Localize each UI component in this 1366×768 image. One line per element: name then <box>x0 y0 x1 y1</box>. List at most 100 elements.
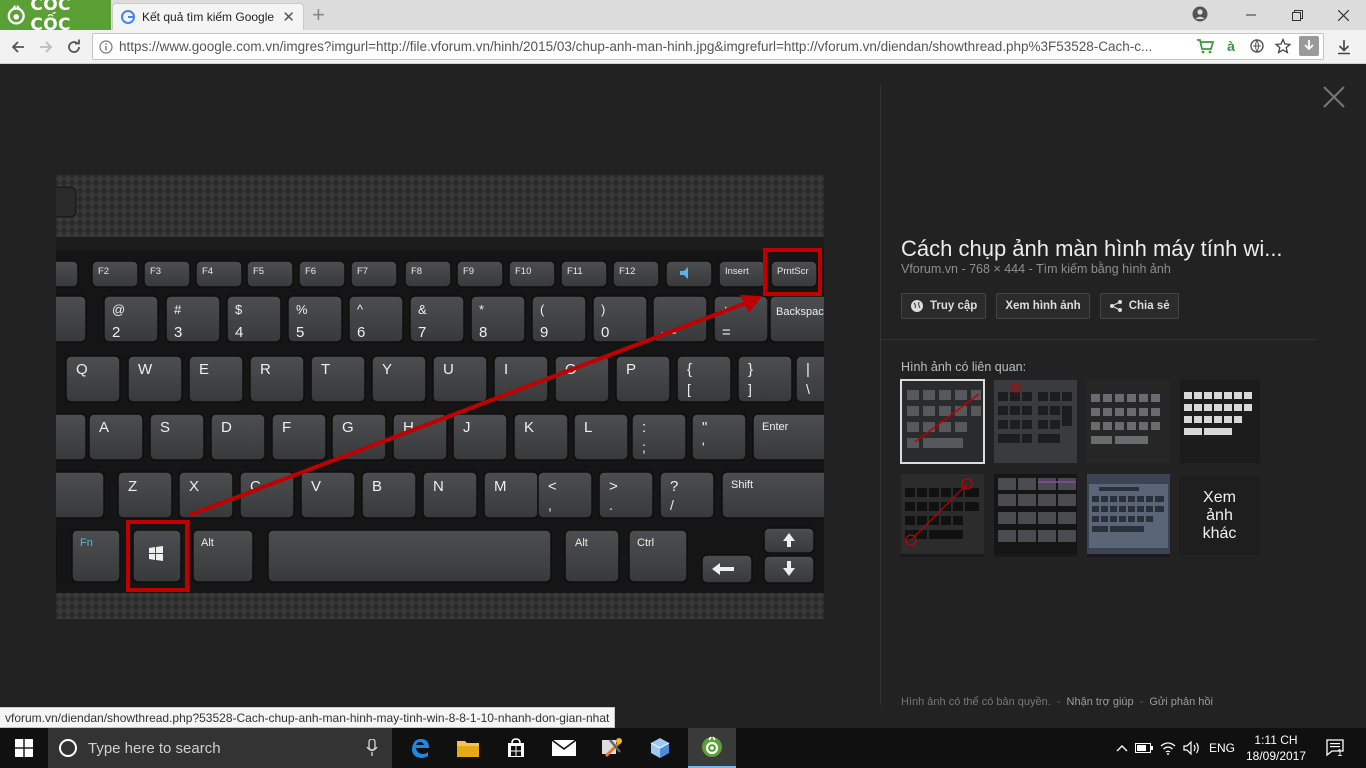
view-image-button[interactable]: Xem hình ảnh <box>996 293 1090 319</box>
info-icon[interactable] <box>99 39 113 54</box>
key-label: / <box>670 497 674 513</box>
bookmark-star-icon[interactable] <box>1273 36 1293 56</box>
related-image-thumbnail[interactable] <box>1087 380 1170 463</box>
clock-date: 18/09/2017 <box>1245 749 1307 763</box>
copyright-notice: Hình ảnh có thể có bản quyền. <box>901 696 1051 708</box>
translate-icon[interactable] <box>1247 36 1267 56</box>
key-label: E <box>199 361 209 378</box>
visit-button[interactable]: Truy cập <box>901 293 987 319</box>
key-label: 9 <box>540 324 548 341</box>
taskbar-clock[interactable]: 1:11 CH 18/09/2017 <box>1236 732 1316 764</box>
related-image-thumbnail[interactable] <box>901 474 984 557</box>
forward-button[interactable] <box>36 37 56 57</box>
downloads-button[interactable] <box>1334 37 1354 57</box>
main-preview-image[interactable]: F2 F3 F4 F5 F6 F7 F8 F9 F10 F11 F12 Insert PrntScr @2… <box>56 175 824 619</box>
action-buttons: Truy cập Xem hình ảnh Chia sẻ <box>901 293 1179 319</box>
taskbar-3d-app[interactable] <box>636 728 684 768</box>
taskbar-edge[interactable] <box>396 728 444 768</box>
savior-download-icon[interactable] <box>1299 36 1319 56</box>
key-label: & <box>418 302 427 317</box>
tab-google-results[interactable]: Kết quả tìm kiếm Google c ✕ <box>112 3 304 30</box>
key-label: ' <box>702 439 705 455</box>
input-language[interactable]: ENG <box>1204 741 1240 755</box>
footer-separator: - <box>1139 696 1144 708</box>
more-images-label-3: khác <box>1202 524 1237 542</box>
taskbar-file-explorer[interactable] <box>444 728 492 768</box>
taskbar-tools-app[interactable] <box>588 728 636 768</box>
key-label: L <box>584 419 592 436</box>
key-label: ; <box>642 439 646 455</box>
reload-button[interactable] <box>64 37 84 57</box>
battery-icon[interactable] <box>1132 743 1156 753</box>
restore-button[interactable] <box>1274 0 1320 30</box>
letter-key <box>598 471 654 519</box>
letter-key <box>300 471 356 519</box>
related-image-thumbnail[interactable] <box>1087 474 1170 557</box>
key-label: 6 <box>357 324 365 341</box>
more-images-label-1: Xem <box>1203 488 1236 506</box>
url-text: https://www.google.com.vn/imgres?imgurl=… <box>119 39 1153 54</box>
microphone-icon[interactable] <box>366 739 378 757</box>
key-label: Alt <box>575 537 588 549</box>
coccoc-brand-button[interactable]: CỐC CỐC <box>0 0 111 35</box>
feedback-link[interactable]: Gửi phản hồi <box>1149 696 1213 708</box>
tab-close-icon[interactable]: ✕ <box>282 10 295 25</box>
key-label: F3 <box>150 266 161 277</box>
key-label: Y <box>382 361 392 378</box>
profile-icon[interactable] <box>1192 6 1208 22</box>
key-label: F <box>282 419 291 436</box>
arrow-right-icon <box>40 41 53 53</box>
taskbar-mail[interactable] <box>540 728 588 768</box>
key-label: B <box>372 478 382 495</box>
key-label: N <box>433 478 444 495</box>
address-bar[interactable]: https://www.google.com.vn/imgres?imgurl=… <box>92 33 1324 60</box>
key-label: " <box>702 419 707 436</box>
letter-key <box>615 355 671 403</box>
key-label: : <box>642 419 646 436</box>
key-label: 3 <box>174 324 182 341</box>
notification-icon <box>1326 739 1344 757</box>
share-button[interactable]: Chia sẻ <box>1099 293 1179 319</box>
key-label: W <box>138 361 153 378</box>
reload-icon <box>68 39 80 53</box>
close-icon <box>1337 9 1349 21</box>
key-label: U <box>443 361 454 378</box>
related-image-thumbnail[interactable] <box>994 474 1077 557</box>
key-label: F12 <box>619 266 635 277</box>
keyboard-key <box>56 413 87 461</box>
letter-key <box>554 355 610 403</box>
letter-key <box>88 413 144 461</box>
image-source: Vforum.vn <box>901 262 958 276</box>
shopping-cart-icon[interactable] <box>1195 36 1215 56</box>
help-link[interactable]: Nhận trợ giúp <box>1067 696 1134 708</box>
close-preview-icon[interactable] <box>1322 85 1346 109</box>
vietnamese-input-icon[interactable]: à <box>1221 36 1241 56</box>
taskbar-search-box[interactable]: Type here to search <box>48 728 392 768</box>
volume-icon[interactable] <box>1180 741 1204 755</box>
coccoc-icon <box>702 736 722 757</box>
related-image-thumbnail[interactable] <box>1180 380 1260 463</box>
key-label: A <box>99 419 109 436</box>
related-image-thumbnail[interactable] <box>994 380 1077 463</box>
key-label: Shift <box>731 479 753 491</box>
action-center-button[interactable]: 1 <box>1322 728 1350 768</box>
minimize-button[interactable] <box>1228 0 1274 30</box>
more-images-button[interactable]: Xem ảnh khác <box>1179 476 1260 555</box>
image-title[interactable]: Cách chụp ảnh màn hình máy tính wi... <box>901 236 1301 262</box>
taskbar-coccoc[interactable] <box>688 728 736 768</box>
taskbar-store[interactable] <box>492 728 540 768</box>
letter-key <box>249 355 305 403</box>
new-tab-button[interactable]: + <box>312 4 325 26</box>
related-image-thumbnail[interactable] <box>900 379 985 464</box>
tools-icon <box>602 738 622 758</box>
letter-key <box>210 413 266 461</box>
back-button[interactable] <box>8 37 28 57</box>
key-label: R <box>260 361 271 378</box>
search-by-image-link[interactable]: Tìm kiếm bằng hình ảnh <box>1036 262 1171 276</box>
minimize-icon <box>1246 14 1256 16</box>
key-label: X <box>189 478 199 495</box>
wifi-icon[interactable] <box>1156 741 1180 755</box>
start-button[interactable] <box>0 728 48 768</box>
show-hidden-icons-icon[interactable] <box>1112 744 1132 752</box>
close-window-button[interactable] <box>1320 0 1366 30</box>
